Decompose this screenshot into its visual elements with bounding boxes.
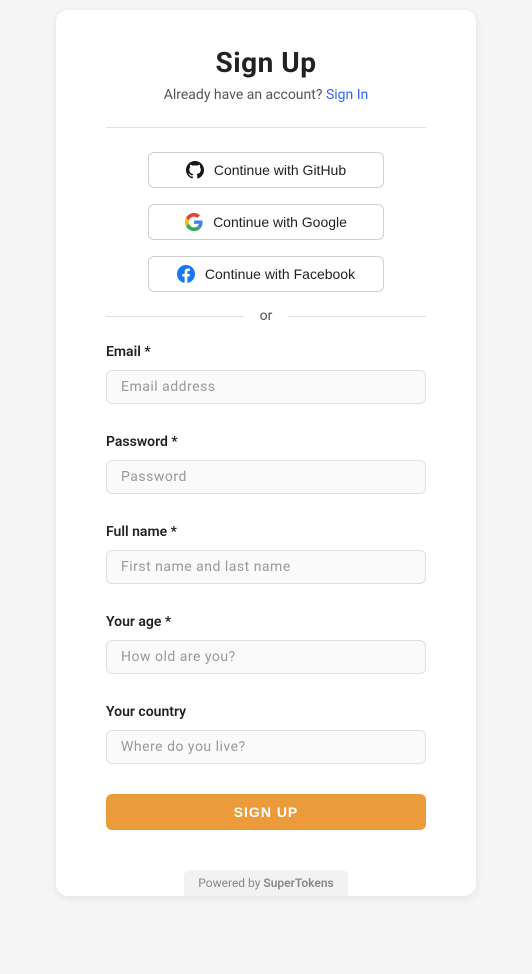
country-label: Your country [106, 704, 426, 720]
continue-with-facebook-button[interactable]: Continue with Facebook [148, 256, 384, 292]
country-field[interactable] [106, 730, 426, 764]
age-group: Your age * [106, 614, 426, 674]
continue-with-github-button[interactable]: Continue with GitHub [148, 152, 384, 188]
signup-button[interactable]: SIGN UP [106, 794, 426, 830]
footer-brand: SuperTokens [263, 876, 333, 890]
password-label: Password * [106, 434, 426, 450]
password-group: Password * [106, 434, 426, 494]
google-button-label: Continue with Google [213, 214, 347, 230]
facebook-icon [177, 265, 195, 283]
subtitle: Already have an account? Sign In [164, 87, 369, 103]
github-button-label: Continue with GitHub [214, 162, 346, 178]
or-text: or [260, 308, 273, 324]
email-label: Email * [106, 344, 426, 360]
fullname-field[interactable] [106, 550, 426, 584]
page-title: Sign Up [215, 46, 316, 79]
powered-by-badge[interactable]: Powered by SuperTokens [184, 870, 347, 896]
signin-link[interactable]: Sign In [326, 87, 368, 103]
password-field[interactable] [106, 460, 426, 494]
divider-line [106, 127, 426, 128]
google-icon [185, 213, 203, 231]
age-label: Your age * [106, 614, 426, 630]
subtitle-prefix: Already have an account? [164, 87, 326, 103]
country-group: Your country [106, 704, 426, 764]
signup-card: Sign Up Already have an account? Sign In… [56, 10, 476, 896]
fullname-label: Full name * [106, 524, 426, 540]
github-icon [186, 161, 204, 179]
footer-prefix: Powered by [198, 876, 263, 890]
or-divider: or [106, 308, 426, 324]
email-field[interactable] [106, 370, 426, 404]
continue-with-google-button[interactable]: Continue with Google [148, 204, 384, 240]
fullname-group: Full name * [106, 524, 426, 584]
facebook-button-label: Continue with Facebook [205, 266, 355, 282]
email-group: Email * [106, 344, 426, 404]
age-field[interactable] [106, 640, 426, 674]
